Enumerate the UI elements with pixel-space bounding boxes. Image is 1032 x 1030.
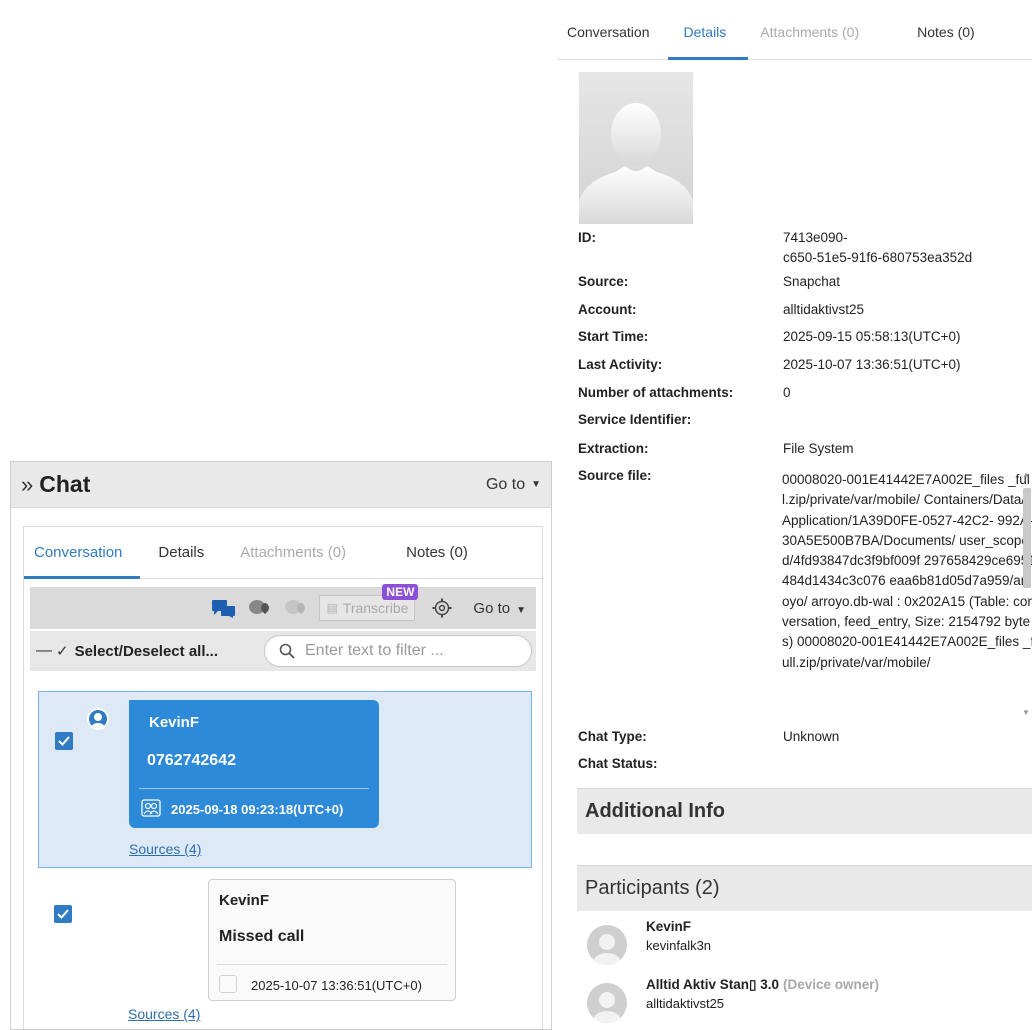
- detail-label: Source:: [578, 274, 629, 289]
- tab-details[interactable]: Details: [158, 527, 204, 579]
- message-checkbox[interactable]: [54, 905, 72, 923]
- detail-label: Start Time:: [578, 329, 649, 344]
- transcribe-icon: ▤: [326, 601, 338, 615]
- check-icon[interactable]: ✓: [56, 642, 69, 660]
- group-contacts-icon: [141, 799, 161, 822]
- gear-icon[interactable]: [429, 597, 455, 619]
- select-bar: — ✓ Select/Deselect all... Enter text to…: [30, 631, 536, 671]
- select-deselect-all[interactable]: Select/Deselect all...: [75, 643, 218, 660]
- participant-item[interactable]: Alltid Aktiv Stan▯ 3.0 (Device owner) all…: [587, 977, 1027, 1023]
- message-timestamp: 2025-10-07 13:36:51(UTC+0): [251, 978, 422, 993]
- app-root: » Chat Go to ▼ Conversation Details Attac…: [0, 0, 1032, 1030]
- message-item[interactable]: KevinF 0762742642 2025-09-18 09:23:18(UT…: [38, 691, 532, 868]
- additional-info-header[interactable]: Additional Info: [577, 788, 1032, 834]
- search-placeholder: Enter text to filter ...: [305, 642, 444, 659]
- chat-panel: » Chat Go to ▼ Conversation Details Attac…: [10, 461, 552, 1030]
- sources-link[interactable]: Sources (4): [129, 841, 201, 857]
- heart-comment-icon[interactable]: [247, 597, 273, 619]
- detail-label: Number of attachments:: [578, 385, 734, 400]
- detail-value: 0: [783, 385, 791, 400]
- call-placeholder-icon: [219, 975, 237, 993]
- participants-title: Participants (2): [585, 877, 720, 899]
- participant-name: Alltid Aktiv Stan▯ 3.0: [646, 977, 779, 992]
- toolbar-goto-dropdown[interactable]: Go to ▼: [473, 600, 526, 617]
- message-sender: KevinF: [219, 892, 270, 909]
- message-checkbox[interactable]: [55, 732, 73, 750]
- chat-title: Chat: [39, 471, 91, 497]
- detail-label: ID:: [578, 230, 596, 245]
- chevron-down-icon: ▼: [531, 478, 541, 490]
- tab-attachments[interactable]: Attachments (0): [760, 0, 859, 60]
- message-text: Missed call: [219, 928, 305, 945]
- detail-value: 2025-09-15 05:58:13(UTC+0): [783, 329, 961, 344]
- participant-name: KevinF: [646, 919, 692, 934]
- detail-label: Service Identifier:: [578, 412, 692, 427]
- participant-avatar-icon: [587, 925, 627, 965]
- source-file-scrollbar[interactable]: ▲ ▼: [1022, 470, 1032, 720]
- message-sender: KevinF: [149, 714, 200, 731]
- detail-value: 2025-10-07 13:36:51(UTC+0): [783, 357, 961, 372]
- participant-id: alltidaktivst25: [646, 996, 725, 1011]
- filter-search-input[interactable]: Enter text to filter ...: [264, 635, 532, 667]
- detail-label: Chat Type:: [578, 729, 647, 744]
- message-text: 0762742642: [147, 752, 236, 769]
- bubble-divider: [139, 788, 369, 789]
- details-panel: Conversation Details Attachments (0) Not…: [557, 0, 1032, 1030]
- sender-avatar-icon: [87, 708, 109, 730]
- detail-label: Chat Status:: [578, 756, 658, 771]
- additional-info-title: Additional Info: [585, 800, 725, 822]
- sources-link[interactable]: Sources (4): [128, 1006, 200, 1022]
- conversation-container: Conversation Details Attachments (0) Not…: [23, 526, 543, 1029]
- message-bubble: KevinF Missed call 2025-10-07 13:36:51(U…: [208, 879, 456, 1001]
- detail-label: Last Activity:: [578, 357, 663, 372]
- message-bubble: KevinF 0762742642 2025-09-18 09:23:18(UT…: [129, 700, 379, 828]
- left-tabs: Conversation Details Attachments (0) Not…: [23, 527, 542, 579]
- transcribe-button[interactable]: ▤ Transcribe NEW: [319, 584, 419, 621]
- detail-label: Source file:: [578, 468, 652, 483]
- detail-value: alltidaktivst25: [783, 302, 865, 317]
- message-timestamp: 2025-09-18 09:23:18(UTC+0): [171, 802, 344, 817]
- detail-value: Unknown: [783, 729, 840, 744]
- participant-id: kevinfalk3n: [646, 938, 712, 953]
- deselect-dash-icon[interactable]: —: [36, 642, 52, 660]
- scroll-down-icon[interactable]: ▼: [1022, 708, 1030, 717]
- participant-item[interactable]: KevinF kevinfalk3n: [587, 919, 1027, 965]
- message-item[interactable]: KevinF Missed call 2025-10-07 13:36:51(U…: [38, 869, 532, 1029]
- detail-value: 7413e090-: [783, 230, 848, 245]
- scroll-up-icon[interactable]: ▲: [1022, 470, 1030, 479]
- participants-header[interactable]: Participants (2): [577, 865, 1032, 911]
- tab-notes[interactable]: Notes (0): [406, 527, 468, 579]
- tab-conversation[interactable]: Conversation: [23, 527, 141, 579]
- header-goto-label: Go to: [485, 475, 526, 493]
- detail-value: c650-51e5-91f6-680753ea352d: [783, 250, 973, 265]
- toolbar-goto-label: Go to: [473, 599, 511, 617]
- participant-name-line: Alltid Aktiv Stan▯ 3.0 (Device owner): [646, 977, 879, 993]
- chat-bubbles-icon[interactable]: [211, 597, 237, 619]
- tab-attachments[interactable]: Attachments (0): [240, 527, 346, 579]
- detail-value: File System: [783, 441, 854, 456]
- header-goto-dropdown[interactable]: Go to ▼: [486, 476, 541, 494]
- collapse-chevron-icon[interactable]: »: [21, 473, 33, 496]
- tab-conversation[interactable]: Conversation: [567, 0, 650, 60]
- participant-avatar-icon: [587, 983, 627, 1023]
- search-icon: [279, 643, 295, 659]
- tab-notes[interactable]: Notes (0): [917, 0, 975, 60]
- chevron-down-icon: ▼: [516, 604, 526, 616]
- detail-label: Extraction:: [578, 441, 649, 456]
- tab-details[interactable]: Details: [667, 0, 748, 60]
- chat-header: » Chat Go to ▼: [11, 462, 551, 508]
- scrollbar-thumb[interactable]: [1023, 488, 1031, 588]
- transcribe-label: Transcribe: [342, 600, 409, 616]
- bubble-divider: [217, 964, 447, 965]
- device-owner-badge: (Device owner): [782, 977, 879, 992]
- new-badge: NEW: [382, 584, 419, 600]
- right-tabs: Conversation Details Attachments (0) Not…: [557, 0, 1032, 60]
- detail-value: Snapchat: [783, 274, 841, 289]
- source-file-value[interactable]: 00008020-001E41442E7A002E_files _full.zi…: [782, 470, 1032, 723]
- heart-comment-disabled-icon: [283, 597, 309, 619]
- conversation-toolbar: ▤ Transcribe NEW Go to ▼: [30, 584, 536, 629]
- contact-photo-placeholder: [579, 72, 693, 224]
- detail-label: Account:: [578, 302, 637, 317]
